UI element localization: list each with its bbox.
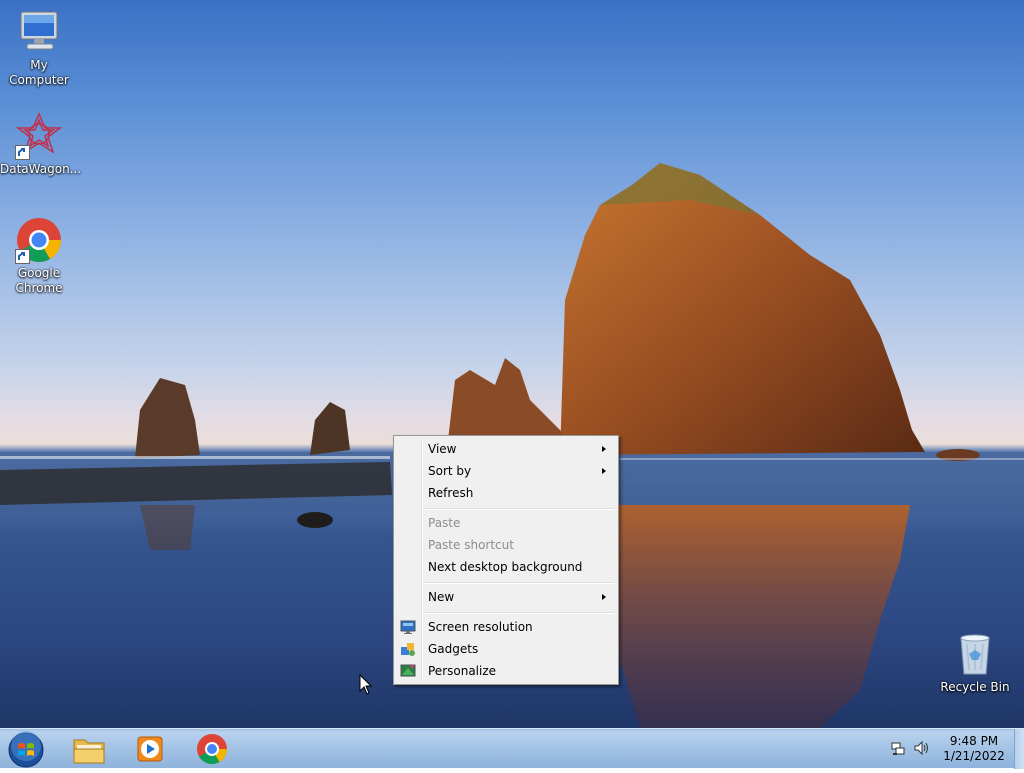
- menu-item-label: View: [428, 442, 457, 456]
- menu-item-label: Next desktop background: [428, 560, 583, 574]
- gadgets-icon: [400, 641, 416, 657]
- submenu-arrow-icon: [602, 594, 606, 600]
- taskbar: 9:48 PM 1/21/2022: [0, 728, 1024, 769]
- menu-item-screen-resolution[interactable]: Screen resolution: [396, 616, 616, 638]
- desktop-icon-google-chrome[interactable]: Google Chrome: [0, 216, 78, 296]
- desktop-icon-label: Google Chrome: [15, 266, 63, 295]
- desktop-icon-recycle-bin[interactable]: Recycle Bin: [936, 630, 1014, 695]
- clock[interactable]: 9:48 PM 1/21/2022: [936, 734, 1012, 764]
- menu-item-paste[interactable]: Paste: [396, 512, 616, 534]
- recycle-bin-icon: [951, 630, 999, 678]
- personalize-icon: [400, 663, 416, 679]
- screen-resolution-icon: [400, 619, 416, 635]
- menu-item-label: Refresh: [428, 486, 474, 500]
- desktop-context-menu: View Sort by Refresh Paste Paste shortcu…: [393, 435, 619, 685]
- chrome-icon: [15, 216, 63, 264]
- mouse-cursor-icon: [359, 673, 373, 700]
- desktop-icon-datawagon[interactable]: DataWagon...: [0, 112, 82, 177]
- menu-item-refresh[interactable]: Refresh: [396, 482, 616, 504]
- shortcut-arrow-icon: [15, 145, 30, 160]
- system-tray: 9:48 PM 1/21/2022: [884, 729, 1014, 769]
- shortcut-arrow-icon: [15, 249, 30, 264]
- submenu-arrow-icon: [602, 446, 606, 452]
- show-desktop-button[interactable]: [1014, 729, 1024, 769]
- taskbar-google-chrome[interactable]: [190, 731, 234, 767]
- clock-time: 9:48 PM: [949, 734, 999, 748]
- menu-separator: [424, 582, 614, 584]
- folder-icon: [73, 739, 105, 764]
- clock-date: 1/21/2022: [943, 749, 1005, 763]
- taskbar-media-player[interactable]: [128, 731, 172, 767]
- desktop-icon-label: Recycle Bin: [940, 680, 1010, 694]
- menu-item-paste-shortcut[interactable]: Paste shortcut: [396, 534, 616, 556]
- computer-icon: [15, 8, 63, 56]
- menu-item-gadgets[interactable]: Gadgets: [396, 638, 616, 660]
- chrome-icon: [197, 734, 227, 765]
- taskbar-file-explorer[interactable]: [67, 731, 111, 767]
- start-button[interactable]: [7, 731, 45, 769]
- menu-item-sort-by[interactable]: Sort by: [396, 460, 616, 482]
- menu-item-label: Gadgets: [428, 642, 479, 656]
- desktop-icon-label: My Computer: [9, 58, 69, 87]
- menu-separator: [424, 612, 614, 614]
- menu-item-personalize[interactable]: Personalize: [396, 660, 616, 682]
- menu-item-label: Paste shortcut: [428, 538, 514, 552]
- desktop-icon-my-computer[interactable]: My Computer: [0, 8, 78, 88]
- menu-item-label: Sort by: [428, 464, 472, 478]
- desktop[interactable]: My Computer DataWagon... Google Chrome R…: [0, 0, 1024, 728]
- menu-item-label: Screen resolution: [428, 620, 533, 634]
- media-player-icon: [137, 736, 163, 762]
- menu-item-next-desktop-background[interactable]: Next desktop background: [396, 556, 616, 578]
- menu-separator: [424, 508, 614, 510]
- menu-item-label: New: [428, 590, 455, 604]
- menu-item-label: Paste: [428, 516, 461, 530]
- menu-item-label: Personalize: [428, 664, 497, 678]
- menu-item-new[interactable]: New: [396, 586, 616, 608]
- datawagon-icon: [15, 112, 63, 160]
- submenu-arrow-icon: [602, 468, 606, 474]
- windows-logo-icon: [8, 731, 44, 768]
- volume-icon[interactable]: [913, 740, 931, 759]
- menu-item-view[interactable]: View: [396, 438, 616, 460]
- network-icon[interactable]: [890, 740, 906, 759]
- desktop-icon-label: DataWagon...: [0, 162, 82, 176]
